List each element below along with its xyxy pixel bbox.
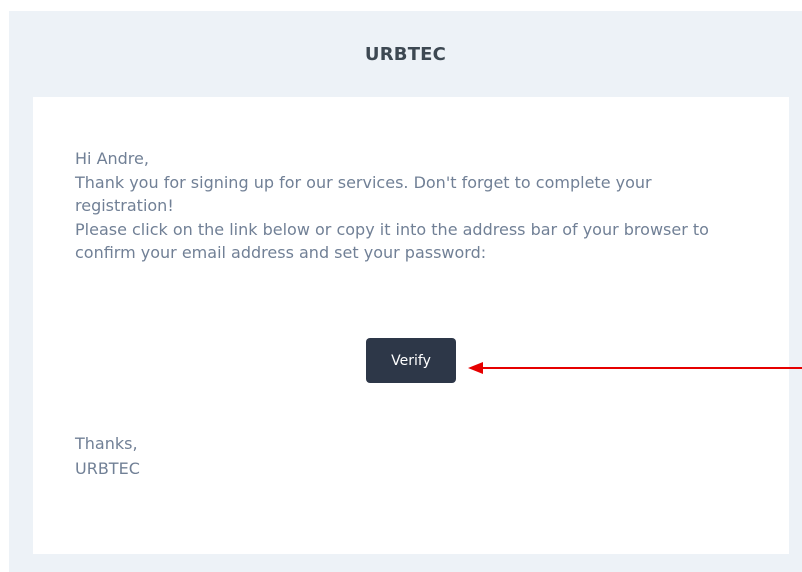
message-paragraph-1: Thank you for signing up for our service… bbox=[75, 172, 652, 216]
email-body-card: Hi Andre, Thank you for signing up for o… bbox=[33, 97, 789, 554]
email-header: URBTEC bbox=[9, 11, 802, 97]
red-arrow-head bbox=[468, 362, 483, 374]
signoff-name: URBTEC bbox=[75, 459, 140, 478]
red-arrow-icon bbox=[468, 362, 802, 374]
email-signoff: Thanks, URBTEC bbox=[75, 431, 140, 481]
email-message: Hi Andre, Thank you for signing up for o… bbox=[75, 147, 735, 265]
greeting-text: Hi Andre, bbox=[75, 149, 149, 168]
email-frame: URBTEC Hi Andre, Thank you for signing u… bbox=[9, 11, 802, 572]
verify-button[interactable]: Verify bbox=[366, 338, 456, 383]
brand-title: URBTEC bbox=[364, 44, 447, 65]
message-paragraph-2: Please click on the link below or copy i… bbox=[75, 219, 709, 263]
signoff-thanks: Thanks, bbox=[75, 434, 138, 453]
